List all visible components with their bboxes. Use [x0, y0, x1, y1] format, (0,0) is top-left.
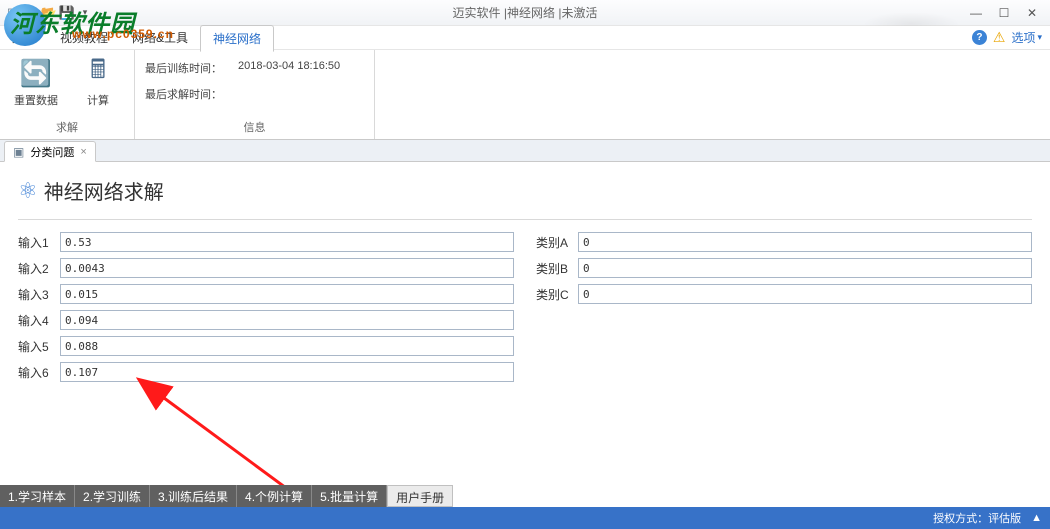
- calculate-button[interactable]: 🖩 计算: [72, 54, 124, 108]
- bottom-tab-1[interactable]: 2.学习训练: [75, 485, 150, 507]
- inputs-column: 输入1 输入2 输入3 输入4 输入5 输入6: [18, 232, 514, 388]
- license-label: 授权方式：: [933, 510, 988, 526]
- document-tabs: ▣ 分类问题 ×: [0, 140, 1050, 162]
- input-row: 输入2: [18, 258, 514, 278]
- input-label: 输入5: [18, 338, 60, 355]
- bottom-tab-0[interactable]: 1.学习样本: [0, 485, 75, 507]
- watermark-globe: [4, 4, 46, 46]
- input-row: 输入6: [18, 362, 514, 382]
- ribbon: 🔄 重置数据 🖩 计算 求解 最后训练时间： 2018-03-04 18:16:…: [0, 50, 1050, 140]
- output-label: 类别C: [536, 286, 578, 303]
- app-title: 迈实软件 |神经网络 |未激活: [0, 4, 1050, 21]
- options-link[interactable]: 选项▾: [1011, 29, 1042, 46]
- output-row: 类别A: [536, 232, 1032, 252]
- input-field-3[interactable]: [60, 284, 514, 304]
- input-label: 输入4: [18, 312, 60, 329]
- chevron-down-icon: ▾: [1037, 32, 1042, 43]
- output-field-C[interactable]: [578, 284, 1032, 304]
- ribbon-group-info: 最后训练时间： 2018-03-04 18:16:50 最后求解时间： 信息: [135, 50, 375, 139]
- statusbar: 授权方式： 评估版 ▲: [0, 507, 1050, 529]
- document-tab-title: 分类问题: [30, 144, 74, 160]
- last-train-label: 最后训练时间：: [145, 60, 222, 76]
- content-area: ⚛ 神经网络求解 输入1 输入2 输入3 输入4 输入5 输入6 类别A 类别B 类别C: [0, 162, 1050, 485]
- input-row: 输入1: [18, 232, 514, 252]
- output-field-B[interactable]: [578, 258, 1032, 278]
- input-field-6[interactable]: [60, 362, 514, 382]
- input-label: 输入1: [18, 234, 60, 251]
- outputs-column: 类别A 类别B 类别C: [536, 232, 1032, 388]
- bottom-tab-3[interactable]: 4.个例计算: [237, 485, 312, 507]
- output-label: 类别A: [536, 234, 578, 251]
- input-label: 输入6: [18, 364, 60, 381]
- refresh-icon: 🔄: [19, 56, 53, 90]
- input-field-2[interactable]: [60, 258, 514, 278]
- input-field-5[interactable]: [60, 336, 514, 356]
- last-train-value: 2018-03-04 18:16:50: [238, 60, 340, 76]
- titlebar: ▣ ▢ 📂 💾 ▾ 迈实软件 |神经网络 |未激活 — ☐ ✕: [0, 0, 1050, 26]
- input-label: 输入2: [18, 260, 60, 277]
- ribbon-group-solve: 🔄 重置数据 🖩 计算 求解: [0, 50, 135, 139]
- watermark-url: www.pc0359.cn: [72, 27, 174, 41]
- output-row: 类别B: [536, 258, 1032, 278]
- maximize-button[interactable]: ☐: [990, 2, 1018, 24]
- last-solve-label: 最后求解时间：: [145, 86, 222, 102]
- bottom-tab-5[interactable]: 用户手册: [387, 485, 453, 507]
- statusbar-expand-icon[interactable]: ▲: [1031, 512, 1042, 524]
- minimize-button[interactable]: —: [962, 2, 990, 24]
- menu-neural-network[interactable]: 神经网络: [200, 25, 274, 52]
- bottom-tab-4[interactable]: 5.批量计算: [312, 485, 387, 507]
- output-row: 类别C: [536, 284, 1032, 304]
- input-field-4[interactable]: [60, 310, 514, 330]
- output-label: 类别B: [536, 260, 578, 277]
- divider: [18, 219, 1032, 220]
- calculator-icon: 🖩: [81, 56, 115, 90]
- reset-data-button[interactable]: 🔄 重置数据: [10, 54, 62, 108]
- document-tab[interactable]: ▣ 分类问题 ×: [4, 141, 96, 162]
- close-button[interactable]: ✕: [1018, 2, 1046, 24]
- input-field-1[interactable]: [60, 232, 514, 252]
- bottom-tab-2[interactable]: 3.训练后结果: [150, 485, 237, 507]
- atom-icon: ⚛: [18, 178, 38, 204]
- ribbon-group-info-label: 信息: [145, 119, 364, 137]
- close-tab-icon[interactable]: ×: [80, 146, 86, 158]
- help-icon[interactable]: ?: [972, 30, 987, 45]
- output-field-A[interactable]: [578, 232, 1032, 252]
- bottom-tabs: 1.学习样本2.学习训练3.训练后结果4.个例计算5.批量计算用户手册: [0, 485, 1050, 507]
- license-value: 评估版: [988, 510, 1021, 526]
- ribbon-group-solve-label: 求解: [10, 119, 124, 137]
- input-label: 输入3: [18, 286, 60, 303]
- cube-icon: ▣: [13, 145, 24, 159]
- input-row: 输入3: [18, 284, 514, 304]
- page-title: 神经网络求解: [44, 176, 164, 205]
- input-row: 输入4: [18, 310, 514, 330]
- input-row: 输入5: [18, 336, 514, 356]
- warning-icon[interactable]: ⚠: [993, 29, 1006, 46]
- page-heading: ⚛ 神经网络求解: [18, 176, 1032, 205]
